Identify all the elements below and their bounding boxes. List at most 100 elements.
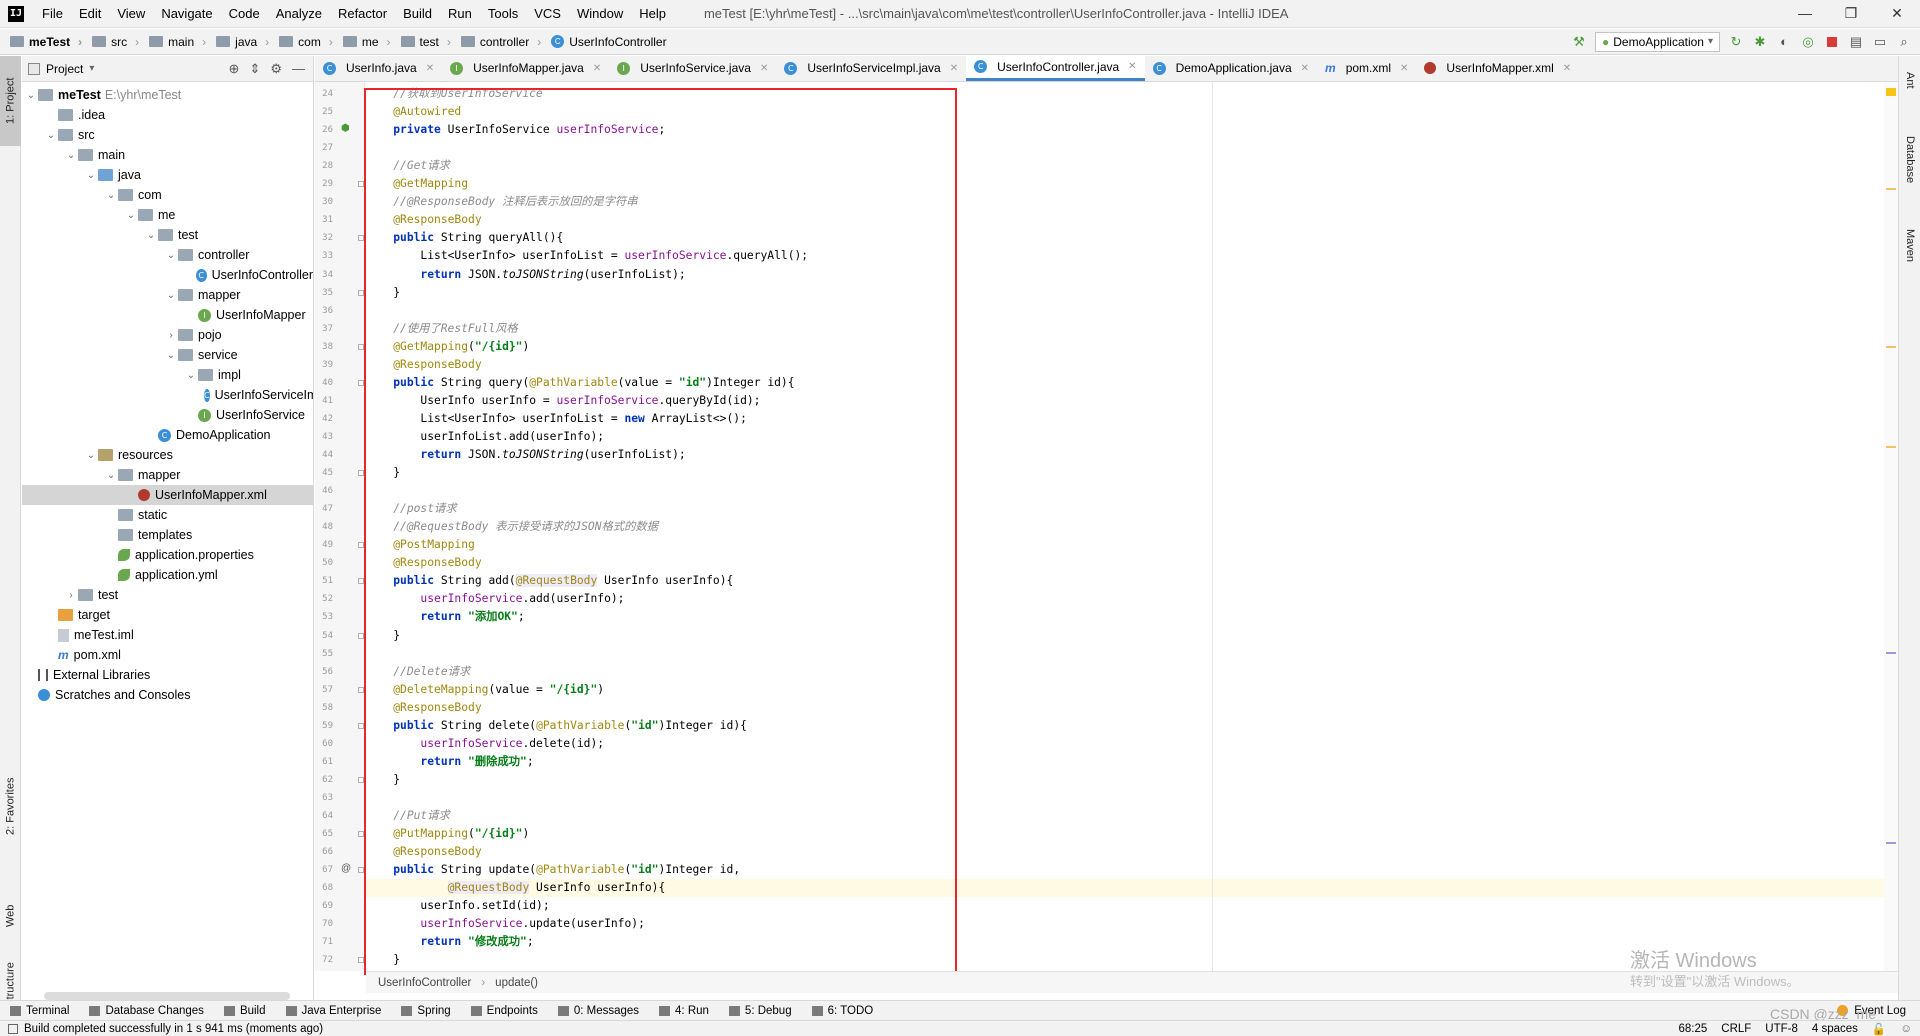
tree-item[interactable]: C UserInfoServiceImpl bbox=[22, 385, 313, 405]
code-line[interactable]: userInfoService.delete(id); bbox=[366, 735, 1886, 753]
maximize-button[interactable]: ❐ bbox=[1828, 5, 1874, 22]
close-tab-icon[interactable]: ✕ bbox=[950, 63, 958, 74]
nav-crumb[interactable]: com › bbox=[269, 35, 333, 49]
code-line[interactable] bbox=[366, 482, 1886, 500]
code-line[interactable]: } bbox=[366, 464, 1886, 482]
locate-icon[interactable]: ⊕ bbox=[229, 61, 240, 77]
chevron-down-icon[interactable]: ▾ bbox=[89, 63, 94, 74]
close-tab-icon[interactable]: ✕ bbox=[1128, 61, 1136, 72]
tree-item[interactable]: ⌄ mapper bbox=[22, 285, 313, 305]
lock-icon[interactable]: 🔓 bbox=[1872, 1022, 1886, 1036]
code-line[interactable]: //Put请求 bbox=[366, 807, 1886, 825]
menu-item-build[interactable]: Build bbox=[395, 6, 440, 21]
code-line[interactable] bbox=[366, 645, 1886, 663]
mapping-at-icon[interactable]: @ bbox=[341, 863, 351, 874]
chevron-down-icon[interactable]: ⌄ bbox=[124, 210, 138, 221]
tab-database-tool[interactable]: Database bbox=[1899, 120, 1920, 200]
info-marker[interactable] bbox=[1886, 842, 1896, 844]
nav-crumb[interactable]: java › bbox=[206, 35, 269, 49]
hide-icon[interactable]: — bbox=[292, 61, 305, 77]
editor-tab[interactable]: m pom.xml ✕ bbox=[1317, 56, 1416, 81]
menu-item-help[interactable]: Help bbox=[631, 6, 674, 21]
fold-marker-icon[interactable] bbox=[358, 686, 364, 693]
code-line[interactable] bbox=[366, 139, 1886, 157]
menu-item-window[interactable]: Window bbox=[569, 6, 631, 21]
fold-marker-icon[interactable] bbox=[358, 957, 364, 964]
file-encoding[interactable]: UTF-8 bbox=[1765, 1023, 1798, 1035]
gear-icon[interactable]: ⚙ bbox=[270, 61, 282, 77]
code-line[interactable]: @ResponseBody bbox=[366, 843, 1886, 861]
search-everywhere-icon[interactable]: ⌕ bbox=[1896, 34, 1912, 50]
chevron-down-icon[interactable]: ⌄ bbox=[24, 90, 38, 101]
chevron-right-icon[interactable]: › bbox=[64, 590, 78, 601]
build-hammer-icon[interactable]: ⚒ bbox=[1571, 34, 1587, 50]
code-line[interactable]: @PostMapping bbox=[366, 536, 1886, 554]
project-structure-icon[interactable]: ▤ bbox=[1848, 34, 1864, 50]
tree-item[interactable]: › pojo bbox=[22, 325, 313, 345]
chevron-down-icon[interactable]: ⌄ bbox=[164, 250, 178, 261]
fold-marker-icon[interactable] bbox=[358, 776, 364, 783]
code-line[interactable]: @Autowired bbox=[366, 103, 1886, 121]
menu-item-navigate[interactable]: Navigate bbox=[153, 6, 220, 21]
chevron-down-icon[interactable]: ⌄ bbox=[44, 130, 58, 141]
code-editor[interactable]: //获取到UserInfoService @Autowired private … bbox=[366, 82, 1898, 971]
tree-item[interactable]: I UserInfoService bbox=[22, 405, 313, 425]
code-line[interactable] bbox=[366, 302, 1886, 320]
code-line[interactable]: UserInfo userInfo = userInfoService.quer… bbox=[366, 392, 1886, 410]
tree-item[interactable]: ⌄ mapper bbox=[22, 465, 313, 485]
menu-item-edit[interactable]: Edit bbox=[71, 6, 109, 21]
tree-item[interactable]: meTest.iml bbox=[22, 625, 313, 645]
fold-marker-icon[interactable] bbox=[358, 289, 364, 296]
code-line[interactable]: @ResponseBody bbox=[366, 211, 1886, 229]
fold-marker-icon[interactable] bbox=[358, 235, 364, 242]
menu-item-code[interactable]: Code bbox=[221, 6, 268, 21]
fold-marker-icon[interactable] bbox=[358, 632, 364, 639]
chevron-down-icon[interactable]: ⌄ bbox=[104, 190, 118, 201]
code-line[interactable]: @ResponseBody bbox=[366, 699, 1886, 717]
minimize-button[interactable]: — bbox=[1782, 5, 1828, 22]
code-line[interactable]: public String delete(@PathVariable("id")… bbox=[366, 717, 1886, 735]
bottom-tab[interactable]: 4: Run bbox=[649, 1005, 719, 1017]
fold-marker-icon[interactable] bbox=[358, 343, 364, 350]
editor-tab[interactable]: C UserInfoController.java ✕ bbox=[966, 56, 1145, 81]
tab-maven-tool[interactable]: Maven bbox=[1899, 216, 1920, 276]
collapse-all-icon[interactable]: ⇕ bbox=[249, 61, 260, 77]
code-line[interactable]: //使用了RestFull风格 bbox=[366, 320, 1886, 338]
menu-item-view[interactable]: View bbox=[109, 6, 153, 21]
code-line[interactable]: //@ResponseBody 注释后表示放回的是字符串 bbox=[366, 193, 1886, 211]
code-line[interactable]: } bbox=[366, 771, 1886, 789]
menu-item-run[interactable]: Run bbox=[440, 6, 480, 21]
menu-item-analyze[interactable]: Analyze bbox=[268, 6, 330, 21]
code-line[interactable]: return JSON.toJSONString(userInfoList); bbox=[366, 446, 1886, 464]
code-line[interactable]: List<UserInfo> userInfoList = userInfoSe… bbox=[366, 247, 1886, 265]
horizontal-scrollbar[interactable] bbox=[44, 992, 290, 1000]
tab-project-tool[interactable]: 1: Project bbox=[0, 56, 21, 146]
editor-tab[interactable]: C UserInfoServiceImpl.java ✕ bbox=[776, 56, 966, 81]
code-line[interactable]: return "删除成功"; bbox=[366, 753, 1886, 771]
tree-item[interactable]: ⌄ resources bbox=[22, 445, 313, 465]
menu-item-tools[interactable]: Tools bbox=[480, 6, 526, 21]
warning-marker[interactable] bbox=[1886, 446, 1896, 448]
warning-marker[interactable] bbox=[1886, 88, 1896, 96]
tree-item[interactable]: External Libraries bbox=[22, 665, 313, 685]
chevron-down-icon[interactable]: ⌄ bbox=[84, 450, 98, 461]
tree-item[interactable]: ⌄ service bbox=[22, 345, 313, 365]
close-tab-icon[interactable]: ✕ bbox=[760, 63, 768, 74]
tree-item[interactable]: C UserInfoController bbox=[22, 265, 313, 285]
chevron-down-icon[interactable]: ⌄ bbox=[84, 170, 98, 181]
indent-setting[interactable]: 4 spaces bbox=[1812, 1023, 1858, 1035]
coverage-icon[interactable]: ◐ bbox=[1776, 34, 1792, 50]
bean-navigation-icon[interactable]: ⬢ bbox=[341, 123, 350, 134]
code-line[interactable]: public String query(@PathVariable(value … bbox=[366, 374, 1886, 392]
tree-item[interactable]: C DemoApplication bbox=[22, 425, 313, 445]
close-tab-icon[interactable]: ✕ bbox=[426, 63, 434, 74]
chevron-down-icon[interactable]: ⌄ bbox=[184, 370, 198, 381]
chevron-down-icon[interactable]: ⌄ bbox=[164, 290, 178, 301]
debug-icon[interactable]: ✱ bbox=[1752, 34, 1768, 50]
code-line[interactable]: private UserInfoService userInfoService; bbox=[366, 121, 1886, 139]
warning-marker[interactable] bbox=[1886, 188, 1896, 190]
tree-item[interactable]: I UserInfoMapper bbox=[22, 305, 313, 325]
code-line[interactable]: //Get请求 bbox=[366, 157, 1886, 175]
tree-item[interactable]: ⌄ me bbox=[22, 205, 313, 225]
bottom-tab[interactable]: Build bbox=[214, 1005, 276, 1017]
